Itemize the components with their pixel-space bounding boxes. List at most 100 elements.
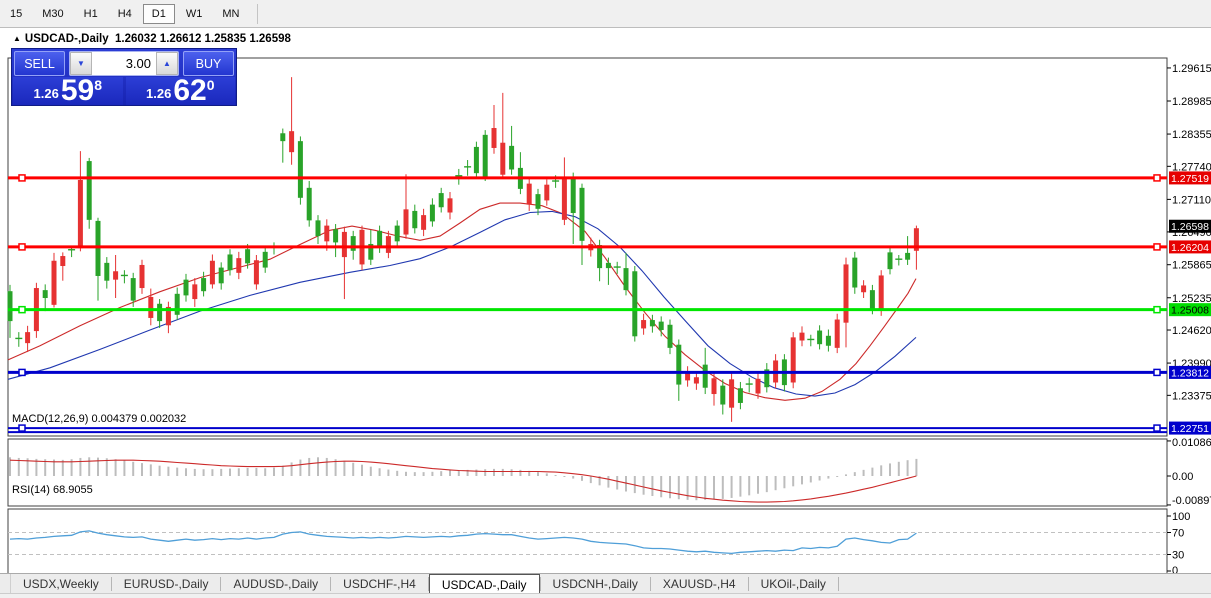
- line-end-marker: [1153, 243, 1161, 251]
- macd-histogram-bar: [158, 465, 161, 476]
- macd-histogram-bar: [141, 463, 143, 476]
- macd-histogram-bar: [422, 472, 425, 476]
- candle-body: [878, 275, 884, 311]
- macd-histogram-bar: [765, 476, 768, 493]
- timeframe-button-h4[interactable]: H4: [109, 4, 141, 24]
- chart-tab-usdchf-h4[interactable]: USDCHF-,H4: [331, 574, 428, 594]
- candle-body: [157, 303, 163, 322]
- candle-body: [482, 134, 488, 178]
- macd-histogram-bar: [572, 476, 575, 479]
- timeframe-button-mn[interactable]: MN: [213, 4, 248, 24]
- macd-histogram-bar: [317, 457, 319, 476]
- chart-tab-usdcnh-daily[interactable]: USDCNH-,Daily: [541, 574, 650, 594]
- volume-input[interactable]: 3.00: [92, 52, 156, 75]
- candle-body: [324, 225, 330, 242]
- macd-histogram-bar: [281, 465, 284, 476]
- timeframe-button-m30[interactable]: M30: [33, 4, 72, 24]
- macd-histogram-bar: [607, 476, 610, 488]
- candle-body: [623, 268, 629, 291]
- sell-price-box[interactable]: 1.26 59 8: [13, 76, 123, 106]
- ma-slow-line: [7, 210, 917, 397]
- timeframe-button-w1[interactable]: W1: [177, 4, 212, 24]
- candle-body: [861, 285, 867, 293]
- candle-body: [693, 377, 699, 384]
- svg-text:1.25008: 1.25008: [1171, 305, 1209, 317]
- macd-histogram-bar: [589, 476, 592, 484]
- candle-body: [139, 264, 145, 289]
- macd-histogram-bar: [493, 468, 495, 476]
- volume-increase-button[interactable]: ▲: [156, 52, 178, 75]
- macd-histogram-bar: [660, 476, 663, 498]
- candle-body: [51, 260, 57, 305]
- line-end-marker: [18, 424, 26, 432]
- sell-button[interactable]: SELL: [14, 51, 65, 76]
- candle-body: [104, 262, 110, 281]
- macd-histogram-bar: [853, 472, 856, 476]
- tab-bar-left-edge: [0, 574, 11, 594]
- macd-histogram-bar: [845, 474, 847, 476]
- price-axis[interactable]: 1.296151.289851.283551.277401.271101.264…: [1167, 63, 1211, 573]
- macd-histogram-bar: [352, 462, 355, 476]
- candle-body: [60, 256, 66, 267]
- macd-label: MACD(12,26,9) 0.004379 0.002032: [12, 413, 187, 425]
- candle-body: [77, 179, 83, 249]
- main-price-pane[interactable]: [7, 57, 1168, 437]
- candle-body: [825, 335, 831, 346]
- macd-histogram-bar: [290, 462, 293, 476]
- symbol-triangle-icon: ▲: [13, 34, 21, 43]
- candle-body: [130, 278, 136, 301]
- candle-body: [544, 184, 550, 201]
- macd-histogram-bar: [484, 469, 487, 476]
- macd-axis-label: 0.010869: [1172, 437, 1211, 449]
- macd-histogram-bar: [713, 476, 715, 500]
- macd-histogram-bar: [642, 476, 645, 495]
- sell-price-sup: 8: [94, 77, 102, 93]
- macd-histogram-bar: [827, 476, 830, 479]
- macd-histogram-bar: [475, 469, 478, 476]
- macd-histogram-bar: [501, 468, 504, 476]
- macd-pane[interactable]: [7, 438, 1168, 507]
- macd-histogram-bar: [378, 468, 381, 476]
- chart-tab-eurusd-daily[interactable]: EURUSD-,Daily: [112, 574, 221, 594]
- candle-body: [905, 252, 911, 260]
- candle-body: [817, 330, 823, 345]
- macd-histogram-bar: [361, 464, 363, 476]
- macd-histogram-bar: [237, 468, 240, 476]
- line-end-marker: [1153, 424, 1161, 432]
- candle-body: [535, 194, 541, 209]
- chart-tab-audusd-daily[interactable]: AUDUSD-,Daily: [221, 574, 330, 594]
- rsi-pane[interactable]: [7, 508, 1168, 573]
- macd-histogram-bar: [369, 466, 372, 476]
- chart-tab-usdcad-daily[interactable]: USDCAD-,Daily: [428, 574, 540, 594]
- macd-histogram-bar: [545, 473, 548, 476]
- macd-signal-line: [9, 459, 917, 503]
- macd-histogram-bar: [757, 476, 759, 494]
- timeframe-button-d1[interactable]: D1: [142, 3, 175, 24]
- toolbar-separator: [257, 3, 259, 24]
- candle-body: [869, 290, 875, 310]
- macd-histogram-bar: [519, 469, 522, 476]
- rsi-axis-label: 100: [1172, 511, 1190, 523]
- candle-body: [192, 284, 198, 300]
- candle-body: [491, 128, 497, 148]
- macd-histogram-bar: [792, 476, 795, 487]
- buy-price-box[interactable]: 1.26 62 0: [125, 76, 235, 106]
- candle-body: [579, 187, 585, 241]
- candle-body: [649, 320, 655, 327]
- buy-button[interactable]: BUY: [183, 51, 234, 76]
- chart-tab-usdx-weekly[interactable]: USDX,Weekly: [11, 574, 111, 594]
- macd-histogram-bar: [774, 476, 777, 491]
- mt4-window: 15 M30 H1 H4 D1 W1 MN 1.29615 1.28985 1.28355 1.2…: [0, 0, 1211, 598]
- chart-tab-ukoil-daily[interactable]: UKOil-,Daily: [749, 574, 838, 594]
- macd-histogram-bar: [739, 476, 742, 497]
- candle-body: [280, 133, 286, 142]
- macd-histogram-bar: [114, 459, 117, 476]
- chart-tab-xauusd-h4[interactable]: XAUUSD-,H4: [651, 574, 748, 594]
- symbol-name: USDCAD-,Daily: [24, 33, 109, 45]
- candle-body: [297, 141, 303, 198]
- timeframe-button-h1[interactable]: H1: [75, 4, 107, 24]
- volume-decrease-button[interactable]: ▼: [70, 52, 92, 75]
- candle-body: [183, 279, 189, 296]
- chart-area[interactable]: 1.29615 1.28985 1.28355 1.27740 1.27110 1.264…: [0, 28, 1211, 573]
- timeframe-button-15[interactable]: 15: [1, 4, 31, 24]
